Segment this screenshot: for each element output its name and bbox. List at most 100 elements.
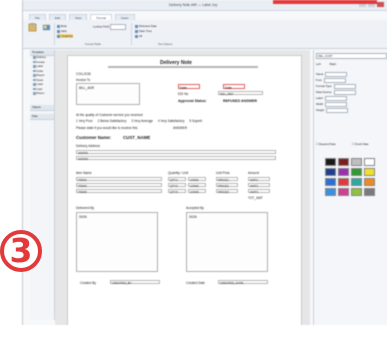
- file-icon: [33, 92, 36, 95]
- amount-cell[interactable]: AMT3: [248, 189, 270, 194]
- invoice-to-label[interactable]: Invoice To: [76, 78, 90, 82]
- prop-input: [325, 102, 348, 107]
- object-selector[interactable]: DEL_CUST: [316, 53, 387, 59]
- color-swatch[interactable]: [351, 188, 362, 196]
- prop-row[interactable]: Label: [316, 96, 347, 101]
- delivered-by-box[interactable]: SIGN: [76, 212, 158, 272]
- color-swatch[interactable]: [338, 188, 349, 196]
- price-cell[interactable]: PRICE1: [216, 177, 238, 182]
- check-italic[interactable]: Italic: [57, 29, 67, 33]
- color-swatch[interactable]: [338, 158, 349, 166]
- customer-name-value[interactable]: CUST_NAME: [123, 135, 150, 140]
- file-icon: [33, 69, 36, 73]
- prop-row[interactable]: Font: [316, 78, 346, 83]
- created-date-label[interactable]: Created Date: [186, 281, 205, 285]
- qty-cell[interactable]: QTY3: [168, 189, 186, 194]
- color-swatch[interactable]: [325, 188, 336, 196]
- color-swatch[interactable]: [325, 168, 336, 176]
- address-line-1[interactable]: ADDR1: [76, 150, 276, 155]
- color-swatch[interactable]: [338, 178, 349, 186]
- created-by-value[interactable]: CREATED_BY: [110, 280, 160, 285]
- col-item-name[interactable]: Item Name: [76, 171, 92, 175]
- prop-row[interactable]: Height: [316, 108, 349, 113]
- option-date-time[interactable]: Date Time: [135, 29, 152, 33]
- bill-address-box[interactable]: BILL_ADR: [76, 83, 140, 105]
- close-button[interactable]: [377, 2, 384, 7]
- checkbox-icon: [57, 29, 60, 33]
- sidebar-section-objects[interactable]: Objects: [30, 104, 54, 111]
- bold-button[interactable]: [41, 23, 52, 39]
- option-relevant-date[interactable]: Relevant Date: [135, 24, 157, 28]
- lookup-field[interactable]: Lookup Field: [93, 24, 126, 30]
- amount-cell[interactable]: AMT2: [248, 183, 270, 188]
- prop-row[interactable]: Width: [316, 102, 348, 107]
- date-field-b[interactable]: Date: [223, 84, 245, 90]
- delivery-address-label[interactable]: Delivery Address: [76, 144, 100, 148]
- prop-row[interactable]: Data Source: [316, 90, 356, 95]
- option-all[interactable]: All: [135, 34, 142, 38]
- rating-scale[interactable]: 1 Very Poor 2 Below Satisfactory 3 Very …: [76, 119, 202, 123]
- delivered-by-sign: SIGN: [79, 215, 87, 219]
- color-swatch[interactable]: [364, 178, 375, 186]
- qty-cell[interactable]: QTY1: [168, 177, 186, 182]
- align-options[interactable]: Left Right: [316, 62, 336, 66]
- paste-button[interactable]: [27, 23, 38, 39]
- amount-cell[interactable]: AMT1: [248, 177, 270, 182]
- item-name-cell[interactable]: ITEM3: [76, 189, 162, 194]
- title-underline: [108, 66, 258, 68]
- date-field-a[interactable]: Date: [178, 84, 200, 90]
- created-date-value[interactable]: CREATED_DATE: [218, 280, 268, 285]
- delivered-by-label[interactable]: Delivered By: [76, 206, 94, 210]
- prop-input: [326, 108, 349, 113]
- color-swatch[interactable]: [364, 158, 375, 166]
- created-by-label[interactable]: Created By: [80, 281, 96, 285]
- color-swatch[interactable]: [364, 188, 375, 196]
- price-cell[interactable]: PRICE3: [216, 189, 238, 194]
- address-line-2[interactable]: ADDR2: [76, 156, 276, 161]
- unit-cell[interactable]: UOM3: [188, 189, 206, 194]
- customer-name-label[interactable]: Customer Name:: [76, 135, 111, 140]
- window-title: Delivery Note.AIR — Label Joy: [169, 3, 218, 7]
- qty-cell[interactable]: QTY2: [168, 183, 186, 188]
- sidebar-item[interactable]: Return: [30, 92, 54, 97]
- sidebar-section-data[interactable]: Data: [30, 113, 54, 120]
- prop-check-dock[interactable]: ☐ Dock Data: [352, 142, 368, 146]
- receive-question[interactable]: Please state if you would like to receiv…: [76, 126, 137, 130]
- item-name-cell[interactable]: ITEM1: [76, 177, 162, 182]
- check-underline[interactable]: Underline: [57, 34, 73, 38]
- accepted-by-box[interactable]: SIGN: [186, 212, 268, 272]
- company-label[interactable]: COLLEGE: [76, 72, 91, 76]
- align-left: Left: [316, 62, 321, 66]
- unit-cell[interactable]: UOM2: [188, 183, 206, 188]
- color-swatch[interactable]: [351, 168, 362, 176]
- file-icon: [33, 83, 36, 86]
- col-quantity[interactable]: Quantity / Unit: [168, 171, 188, 175]
- accepted-by-label[interactable]: Accepted By: [186, 206, 204, 210]
- prop-input: [325, 72, 348, 77]
- prop-row[interactable]: Format Type: [316, 84, 356, 89]
- check-bold[interactable]: Bold: [57, 24, 67, 28]
- approval-label[interactable]: Approval Status:: [178, 99, 207, 103]
- total-amount[interactable]: TOT_AMT: [248, 196, 263, 200]
- prop-check-expand[interactable]: ☐ Expand Data: [316, 142, 335, 146]
- color-swatch[interactable]: [338, 168, 349, 176]
- receive-answer[interactable]: ANSWER: [173, 126, 187, 130]
- format-icon: [42, 24, 51, 31]
- color-swatch[interactable]: [351, 158, 362, 166]
- edi-no-value[interactable]: DEL_REF: [218, 91, 263, 96]
- prop-row[interactable]: Name: [316, 72, 348, 77]
- color-swatch[interactable]: [325, 178, 336, 186]
- col-amount[interactable]: Amount: [248, 171, 259, 175]
- color-swatch[interactable]: [325, 158, 336, 166]
- highlight-strip: [273, 0, 377, 4]
- color-swatch[interactable]: [351, 178, 362, 186]
- item-name-cell[interactable]: ITEM2: [76, 183, 162, 188]
- col-unit-price[interactable]: Unit Price: [216, 171, 230, 175]
- color-swatch[interactable]: [364, 168, 375, 176]
- price-cell[interactable]: PRICE2: [216, 183, 238, 188]
- approval-value[interactable]: REFUSED ANSWER: [223, 99, 257, 103]
- unit-cell[interactable]: UOM1: [188, 177, 206, 182]
- service-question[interactable]: At the quality of Customer service you r…: [76, 113, 143, 117]
- edi-no-label[interactable]: EDI No: [178, 92, 188, 96]
- document-page[interactable]: Delivery Note COLLEGE Invoice To BILL_AD…: [67, 55, 302, 325]
